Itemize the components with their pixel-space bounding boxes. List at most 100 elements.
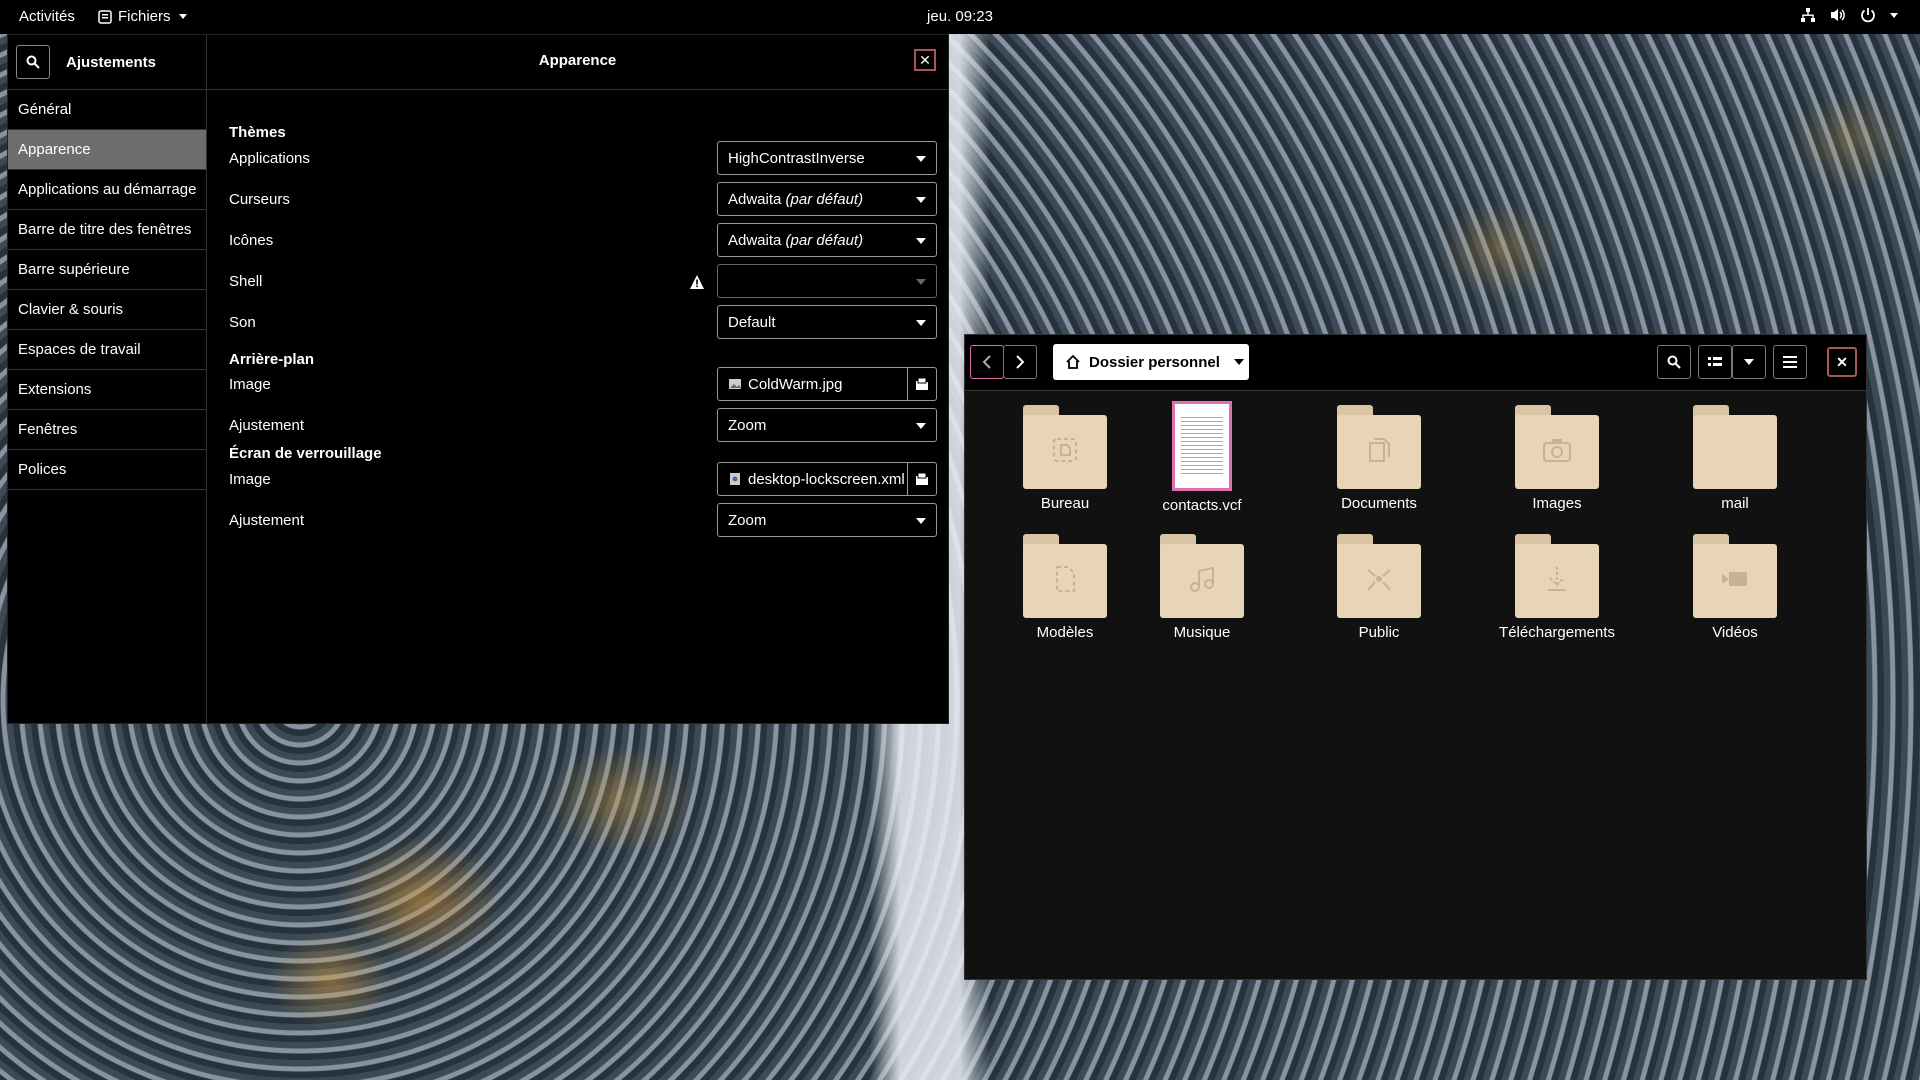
- xml-file-icon: [730, 473, 740, 485]
- applications-theme-dropdown[interactable]: HighContrastInverse: [717, 141, 937, 175]
- clock[interactable]: jeu. 09:23: [927, 8, 993, 25]
- chevron-down-icon: [1744, 359, 1754, 365]
- file-item[interactable]: Musique: [1122, 530, 1282, 641]
- desktop-folder-icon: [1023, 401, 1107, 489]
- file-label: mail: [1721, 495, 1749, 512]
- open-folder-icon: [916, 472, 928, 485]
- chevron-down-icon: [916, 156, 926, 162]
- top-bar: Activités Fichiers jeu. 09:23: [0, 0, 1920, 34]
- page-title: Apparence: [538, 52, 617, 69]
- appearance-panel: Thèmes Applications HighContrastInverse …: [207, 90, 948, 723]
- chevron-down-icon: [916, 518, 926, 524]
- file-label: Téléchargements: [1499, 624, 1615, 641]
- sidebar-item-extensions[interactable]: Extensions: [8, 370, 206, 410]
- image-file-icon: [729, 379, 741, 389]
- file-label: Bureau: [1040, 495, 1090, 512]
- chevron-down-icon: [916, 320, 926, 326]
- close-button[interactable]: ✕: [914, 49, 936, 71]
- folder-icon: [1693, 401, 1777, 489]
- file-item[interactable]: Public: [1299, 530, 1459, 641]
- view-mode-button[interactable]: [1698, 345, 1732, 379]
- sidebar-item-window-titlebars[interactable]: Barre de titre des fenêtres: [8, 210, 206, 250]
- file-item[interactable]: Bureau: [985, 401, 1145, 512]
- file-item[interactable]: mail: [1655, 401, 1815, 512]
- chevron-down-icon: [1890, 12, 1898, 18]
- lockscreen-image-chooser[interactable]: desktop-lockscreen.xml: [717, 462, 937, 496]
- public-folder-icon: [1337, 530, 1421, 618]
- section-heading-lockscreen: Écran de verrouillage: [229, 445, 382, 462]
- app-menu-button[interactable]: Fichiers: [98, 8, 187, 25]
- activities-button[interactable]: Activités: [19, 8, 75, 25]
- location-breadcrumb[interactable]: Dossier personnel: [1053, 344, 1249, 380]
- tweaks-app-title: Ajustements: [66, 53, 157, 71]
- applications-theme-label: Applications: [229, 150, 310, 167]
- file-item[interactable]: contacts.vcf: [1122, 401, 1282, 514]
- tweaks-window: Ajustements Apparence ✕ Général Apparenc…: [7, 34, 949, 724]
- chevron-left-icon: [982, 355, 991, 369]
- music-folder-icon: [1160, 530, 1244, 618]
- pictures-folder-icon: [1515, 401, 1599, 489]
- file-label: Modèles: [1036, 624, 1094, 641]
- file-item[interactable]: Vidéos: [1655, 530, 1815, 641]
- videos-folder-icon: [1693, 530, 1777, 618]
- network-icon: [1801, 8, 1815, 22]
- sound-theme-dropdown[interactable]: Default: [717, 305, 937, 339]
- view-options-button[interactable]: [1732, 345, 1766, 379]
- cursors-theme-label: Curseurs: [229, 191, 290, 208]
- background-image-chooser[interactable]: ColdWarm.jpg: [717, 367, 937, 401]
- chevron-down-icon: [916, 423, 926, 429]
- sidebar-item-fonts[interactable]: Polices: [8, 450, 206, 490]
- close-icon: ✕: [1836, 353, 1848, 370]
- forward-button[interactable]: [1003, 345, 1037, 379]
- icons-theme-dropdown[interactable]: Adwaita (par défaut): [717, 223, 937, 257]
- shell-theme-dropdown[interactable]: [717, 264, 937, 298]
- downloads-folder-icon: [1515, 530, 1599, 618]
- lockscreen-adjust-dropdown[interactable]: Zoom: [717, 503, 937, 537]
- system-tray[interactable]: [1800, 7, 1898, 23]
- sidebar-item-top-bar[interactable]: Barre supérieure: [8, 250, 206, 290]
- templates-folder-icon: [1023, 530, 1107, 618]
- volume-icon: [1831, 9, 1845, 21]
- chevron-down-icon: [1233, 359, 1244, 365]
- file-item[interactable]: Images: [1477, 401, 1637, 512]
- sidebar-item-appearance[interactable]: Apparence: [8, 130, 206, 170]
- file-label: Public: [1358, 624, 1400, 641]
- icons-theme-label: Icônes: [229, 232, 274, 249]
- search-button[interactable]: [1657, 345, 1691, 379]
- hamburger-menu-icon: [1783, 356, 1797, 368]
- file-label: Musique: [1173, 624, 1231, 641]
- close-button[interactable]: ✕: [1827, 347, 1857, 377]
- home-icon: [1066, 354, 1080, 369]
- sidebar-item-startup-applications[interactable]: Applications au démarrage: [8, 170, 206, 210]
- sidebar-item-workspaces[interactable]: Espaces de travail: [8, 330, 206, 370]
- chevron-down-icon: [178, 14, 187, 19]
- background-adjust-dropdown[interactable]: Zoom: [717, 408, 937, 442]
- sidebar-item-windows[interactable]: Fenêtres: [8, 410, 206, 450]
- chevron-down-icon: [916, 197, 926, 203]
- file-label: Images: [1532, 495, 1582, 512]
- location-label: Dossier personnel: [1089, 353, 1220, 371]
- search-button[interactable]: [16, 45, 50, 79]
- section-heading-themes: Thèmes: [229, 124, 286, 141]
- tweaks-sidebar: Général Apparence Applications au démarr…: [8, 90, 207, 723]
- list-view-icon: [1708, 357, 1722, 366]
- shell-theme-label: Shell: [229, 273, 263, 290]
- file-item[interactable]: Téléchargements: [1477, 530, 1637, 641]
- icons-theme-value: Adwaita: [728, 231, 782, 249]
- documents-folder-icon: [1337, 401, 1421, 489]
- sidebar-item-keyboard-mouse[interactable]: Clavier & souris: [8, 290, 206, 330]
- lockscreen-adjust-label: Ajustement: [229, 512, 305, 529]
- app-menu-label: Fichiers: [118, 8, 171, 25]
- tweaks-header-bar: Ajustements Apparence ✕: [8, 35, 948, 90]
- cursors-theme-value: Adwaita: [728, 190, 782, 208]
- chevron-down-icon: [916, 238, 926, 244]
- file-item[interactable]: Modèles: [985, 530, 1145, 641]
- menu-button[interactable]: [1773, 345, 1807, 379]
- file-label: Vidéos: [1712, 624, 1758, 641]
- close-icon: ✕: [919, 51, 931, 68]
- file-item[interactable]: Documents: [1299, 401, 1459, 512]
- cursors-theme-dropdown[interactable]: Adwaita (par défaut): [717, 182, 937, 216]
- search-icon: [1667, 355, 1681, 369]
- back-button[interactable]: [970, 345, 1004, 379]
- sidebar-item-general[interactable]: Général: [8, 90, 206, 130]
